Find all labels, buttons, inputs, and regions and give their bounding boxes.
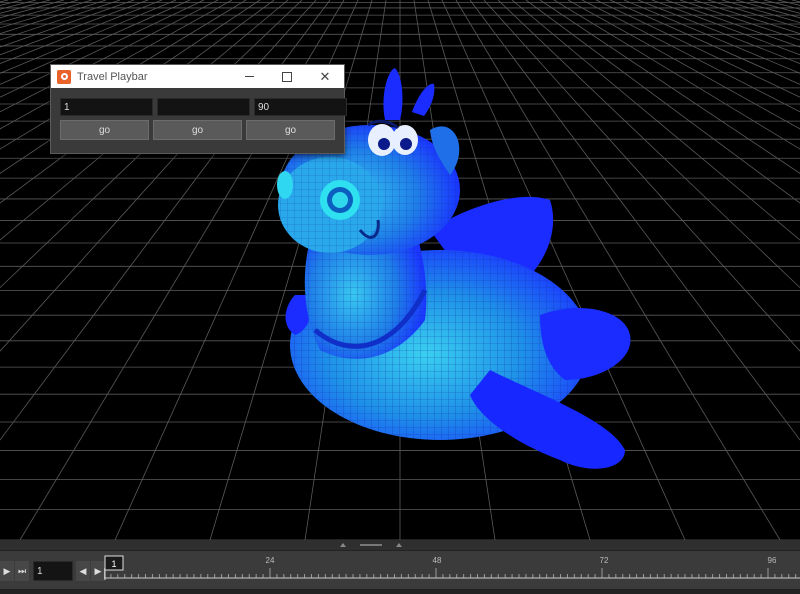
go-button-2[interactable]: go [153,120,242,140]
playbar[interactable]: ▶ ⏭ ◀ ▶ 1 24 48 72 96 [0,540,800,594]
tick-label-96: 96 [768,556,777,565]
frame-field-3[interactable] [254,98,347,116]
window-title: Travel Playbar [77,70,148,83]
frame-marker[interactable]: 1 [104,555,124,580]
travel-playbar-window[interactable]: Travel Playbar ✕ go go go [50,64,347,154]
maximize-icon [282,71,292,82]
tick-label-72: 72 [600,556,609,565]
frame-field-1[interactable] [60,98,153,116]
collapse-up-icon [340,543,346,547]
prev-key-icon: ◀ [79,565,87,576]
current-frame-label: 1 [111,559,116,569]
minimize-button[interactable] [230,65,268,88]
jump-end-button[interactable]: ⏭ [15,561,29,581]
pane-splitter[interactable] [0,540,800,551]
grip-icon [360,544,382,546]
go-button-1[interactable]: go [60,120,149,140]
jump-end-icon: ⏭ [17,565,27,576]
window-titlebar[interactable]: Travel Playbar ✕ [51,65,344,88]
next-key-icon: ▶ [94,565,102,576]
expand-up-icon [396,543,402,547]
current-frame-input[interactable] [33,561,73,581]
prev-key-button[interactable]: ◀ [76,561,90,581]
play-icon: ▶ [3,565,11,576]
close-button[interactable]: ✕ [306,65,344,88]
frame-fields [60,98,347,116]
playback-controls: ▶ ⏭ ◀ ▶ [0,559,106,583]
next-key-button[interactable]: ▶ [91,561,105,581]
go-buttons: go go go [60,120,335,140]
go-button-3[interactable]: go [246,120,335,140]
frame-field-2[interactable] [157,98,250,116]
maximize-button[interactable] [268,65,306,88]
close-icon: ✕ [319,68,331,84]
status-strip [0,589,800,594]
splitter-handle[interactable] [340,542,402,548]
3d-viewport[interactable]: Travel Playbar ✕ go go go [0,0,800,540]
minimize-icon [244,76,254,77]
houdini-app-icon [57,69,71,84]
play-button[interactable]: ▶ [0,561,14,581]
tick-label-24: 24 [266,556,275,565]
tick-label-48: 48 [433,556,442,565]
timeline-ruler[interactable]: 1 24 48 72 96 [104,552,800,594]
